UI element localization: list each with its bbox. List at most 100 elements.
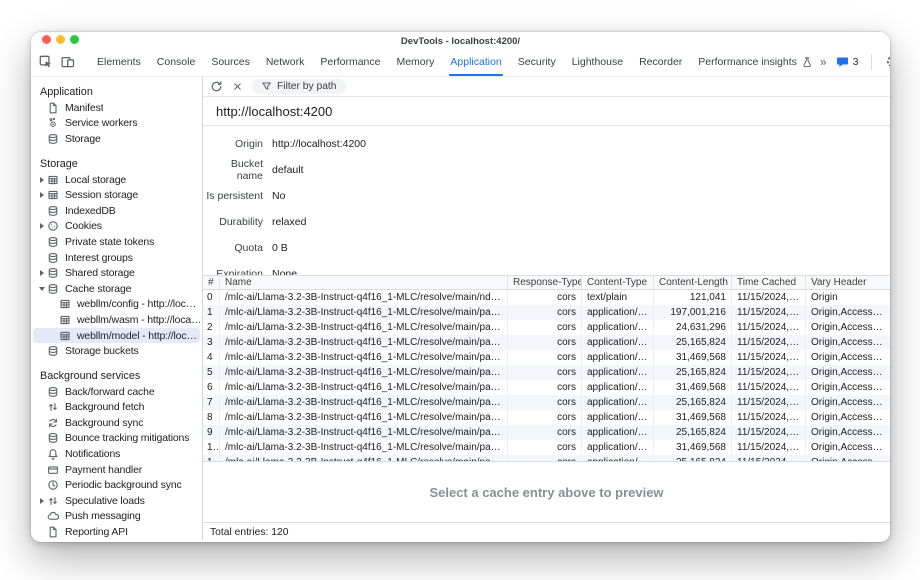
cache-entry-row[interactable]: 6/mlc-ai/Llama-3.2-3B-Instruct-q4f16_1-M…: [203, 380, 890, 395]
sidebar-item-private-state-tokens[interactable]: Private state tokens: [33, 234, 200, 250]
sidebar-item-storage[interactable]: Storage: [33, 131, 200, 147]
settings-gear-icon[interactable]: [885, 54, 890, 69]
column-header-[interactable]: #: [203, 276, 220, 289]
cache-entry-row[interactable]: 7/mlc-ai/Llama-3.2-3B-Instruct-q4f16_1-M…: [203, 395, 890, 410]
sidebar-item-manifest[interactable]: Manifest: [33, 100, 200, 116]
cache-entry-row[interactable]: 4/mlc-ai/Llama-3.2-3B-Instruct-q4f16_1-M…: [203, 350, 890, 365]
cache-entry-row[interactable]: 5/mlc-ai/Llama-3.2-3B-Instruct-q4f16_1-M…: [203, 365, 890, 380]
cell-name: /mlc-ai/Llama-3.2-3B-Instruct-q4f16_1-ML…: [220, 335, 508, 350]
tab-console[interactable]: Console: [149, 47, 204, 76]
sidebar-item-webllm-config-http-loc[interactable]: webllm/config - http://loc…: [33, 297, 200, 313]
delete-selected-icon[interactable]: [232, 81, 243, 92]
sidebar-item-back-forward-cache[interactable]: Back/forward cache: [33, 384, 200, 400]
tab-application[interactable]: Application: [442, 47, 509, 76]
sidebar-item-label: Speculative loads: [65, 495, 145, 507]
sidebar-item-background-sync[interactable]: Background sync: [33, 415, 200, 431]
device-toolbar-icon[interactable]: [61, 55, 75, 69]
sidebar-item-label: Reporting API: [65, 526, 128, 538]
chevron-right-icon[interactable]: [37, 223, 47, 229]
column-header-content-length[interactable]: Content-Length: [654, 276, 732, 289]
issues-counter[interactable]: 3: [836, 56, 859, 68]
cell-time-cached: 11/15/2024, 10…: [732, 335, 806, 350]
sidebar-item-label: Back/forward cache: [65, 386, 155, 398]
sidebar-item-reporting-api[interactable]: Reporting API: [33, 524, 200, 540]
column-header-vary-header[interactable]: Vary Header: [806, 276, 890, 289]
cache-entry-row[interactable]: 3/mlc-ai/Llama-3.2-3B-Instruct-q4f16_1-M…: [203, 335, 890, 350]
cell-response-type: cors: [508, 395, 582, 410]
sidebar-item-notifications[interactable]: Notifications: [33, 446, 200, 462]
cell-content-type: application/oc…: [582, 410, 654, 425]
cache-entry-row[interactable]: 1/mlc-ai/Llama-3.2-3B-Instruct-q4f16_1-M…: [203, 305, 890, 320]
sidebar-item-storage-buckets[interactable]: Storage buckets: [33, 343, 200, 359]
tab-lighthouse[interactable]: Lighthouse: [564, 47, 631, 76]
column-header-content-type[interactable]: Content-Type: [582, 276, 654, 289]
file-icon: [47, 526, 60, 538]
column-header-response-type[interactable]: Response-Type: [508, 276, 582, 289]
tab-performance-insights[interactable]: Performance insights: [690, 47, 820, 76]
sidebar-item-shared-storage[interactable]: Shared storage: [33, 265, 200, 281]
tab-security[interactable]: Security: [510, 47, 564, 76]
origin-title: http://localhost:4200: [216, 104, 332, 119]
sidebar-item-speculative-loads[interactable]: Speculative loads: [33, 493, 200, 509]
tab-recorder[interactable]: Recorder: [631, 47, 690, 76]
chevron-right-icon[interactable]: [37, 192, 47, 198]
sidebar-item-webllm-model-http-loc[interactable]: webllm/model - http://loc…: [33, 328, 200, 344]
sidebar-item-label: Background sync: [65, 417, 143, 429]
sidebar-item-push-messaging[interactable]: Push messaging: [33, 509, 200, 525]
section-header: Storage: [31, 156, 202, 172]
sidebar-item-payment-handler[interactable]: Payment handler: [33, 462, 200, 478]
tab-sources[interactable]: Sources: [203, 47, 258, 76]
chevron-right-icon[interactable]: [37, 498, 47, 504]
more-tabs-button[interactable]: »: [820, 55, 827, 69]
sidebar-item-interest-groups[interactable]: Interest groups: [33, 250, 200, 266]
tab-elements[interactable]: Elements: [89, 47, 149, 76]
issues-bubble-icon: [836, 56, 849, 68]
inspect-element-icon[interactable]: [39, 55, 53, 69]
sidebar-item-label: Push messaging: [65, 510, 141, 522]
refresh-icon[interactable]: [210, 80, 223, 93]
sidebar-item-service-workers[interactable]: Service workers: [33, 116, 200, 132]
column-header-time-cached[interactable]: Time Cached: [732, 276, 806, 289]
chevron-down-icon[interactable]: [37, 287, 47, 291]
cell-time-cached: 11/15/2024, 10…: [732, 440, 806, 455]
origin-header: http://localhost:4200: [203, 97, 890, 126]
cache-entry-row[interactable]: 10/mlc-ai/Llama-3.2-3B-Instruct-q4f16_1-…: [203, 440, 890, 455]
cell-time-cached: 11/15/2024, 10…: [732, 365, 806, 380]
sidebar-item-background-fetch[interactable]: Background fetch: [33, 400, 200, 416]
sidebar-item-bounce-tracking-mitigations[interactable]: Bounce tracking mitigations: [33, 431, 200, 447]
tab-memory[interactable]: Memory: [388, 47, 442, 76]
chevron-right-icon[interactable]: [37, 177, 47, 183]
sidebar-item-indexeddb[interactable]: IndexedDB: [33, 203, 200, 219]
sidebar-item-cookies[interactable]: Cookies: [33, 219, 200, 235]
zoom-window-button[interactable]: [70, 35, 79, 44]
cell-content-type: application/oc…: [582, 395, 654, 410]
file-icon: [47, 102, 60, 114]
cell-vary-header: Origin,Access…: [806, 320, 890, 335]
column-header-name[interactable]: Name: [220, 276, 508, 289]
cache-entry-row[interactable]: 2/mlc-ai/Llama-3.2-3B-Instruct-q4f16_1-M…: [203, 320, 890, 335]
tab-network[interactable]: Network: [258, 47, 313, 76]
detail-value: 0 B: [272, 242, 288, 254]
cache-entry-row[interactable]: 0/mlc-ai/Llama-3.2-3B-Instruct-q4f16_1-M…: [203, 290, 890, 305]
database-icon: [47, 133, 60, 145]
cell-content-type: application/oc…: [582, 305, 654, 320]
database-icon: [47, 236, 60, 248]
sidebar-item-local-storage[interactable]: Local storage: [33, 172, 200, 188]
cache-entry-row[interactable]: 8/mlc-ai/Llama-3.2-3B-Instruct-q4f16_1-M…: [203, 410, 890, 425]
chevron-right-icon[interactable]: [37, 270, 47, 276]
minimize-window-button[interactable]: [56, 35, 65, 44]
cache-entry-row[interactable]: 9/mlc-ai/Llama-3.2-3B-Instruct-q4f16_1-M…: [203, 425, 890, 440]
table-icon: [59, 314, 72, 326]
tab-performance[interactable]: Performance: [312, 47, 388, 76]
filter-input[interactable]: Filter by path: [252, 79, 346, 94]
close-window-button[interactable]: [42, 35, 51, 44]
sidebar-item-webllm-wasm-http-loca[interactable]: webllm/wasm - http://loca…: [33, 312, 200, 328]
sidebar-item-periodic-background-sync[interactable]: Periodic background sync: [33, 477, 200, 493]
sidebar-item-session-storage[interactable]: Session storage: [33, 187, 200, 203]
cache-table-body: 0/mlc-ai/Llama-3.2-3B-Instruct-q4f16_1-M…: [203, 290, 890, 461]
cell-content-length: 25,165,824: [654, 335, 732, 350]
sidebar-item-cache-storage[interactable]: Cache storage: [33, 281, 200, 297]
flask-icon: [801, 56, 812, 68]
cell-content-length: 197,001,216: [654, 305, 732, 320]
preview-hint: Select a cache entry above to preview: [429, 485, 663, 500]
